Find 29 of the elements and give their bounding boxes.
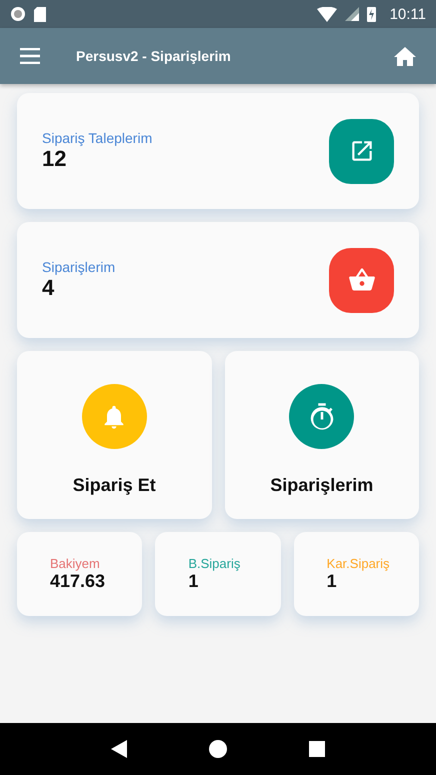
card-action-button[interactable] bbox=[329, 248, 394, 312]
stat-label: Kar.Sipariş bbox=[326, 556, 391, 571]
menu-tile[interactable]: Siparişlerim bbox=[224, 351, 419, 519]
home-icon[interactable] bbox=[394, 46, 416, 66]
card-label: Siparişlerim bbox=[42, 259, 116, 275]
stat-value: 417.63 bbox=[50, 571, 106, 592]
menu-icon[interactable] bbox=[20, 48, 40, 64]
card-action-button[interactable] bbox=[329, 118, 394, 184]
stat-label: B.Sipariş bbox=[188, 556, 242, 571]
wifi-icon bbox=[316, 6, 337, 22]
sd-card-icon bbox=[34, 6, 46, 22]
signal-icon bbox=[344, 7, 359, 21]
stat-value: 1 bbox=[188, 571, 200, 592]
home-button-icon[interactable] bbox=[209, 740, 227, 758]
summary-card[interactable]: Sipariş Taleplerim 12 bbox=[17, 93, 419, 209]
back-icon[interactable] bbox=[111, 740, 127, 758]
summary-card[interactable]: Siparişlerim 4 bbox=[17, 222, 419, 338]
card-label: Sipariş Taleplerim bbox=[42, 130, 154, 146]
menu-tile[interactable]: Sipariş Et bbox=[17, 351, 212, 519]
card-count: 4 bbox=[42, 275, 56, 301]
app-title: Persusv2 - Siparişlerim bbox=[76, 48, 232, 64]
battery-icon bbox=[366, 6, 376, 22]
clock-time: 10:11 bbox=[390, 6, 426, 22]
tile-label: Siparişlerim bbox=[270, 475, 374, 496]
stat-value: 1 bbox=[326, 571, 338, 592]
stat-label: Bakiyem bbox=[50, 556, 101, 571]
record-icon bbox=[10, 6, 26, 22]
card-count: 12 bbox=[42, 146, 68, 172]
tile-label: Sipariş Et bbox=[72, 475, 156, 496]
